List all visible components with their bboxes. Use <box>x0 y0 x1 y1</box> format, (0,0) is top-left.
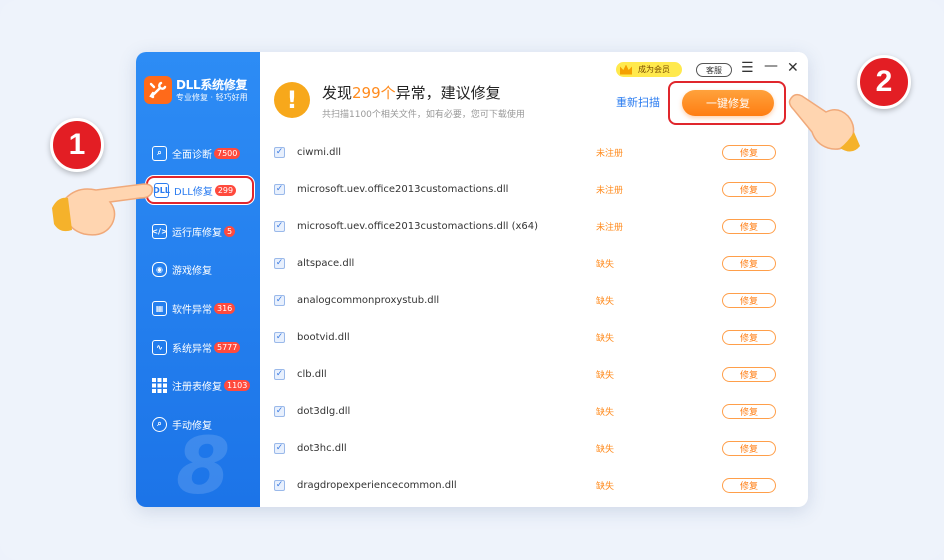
header: ! 发现299个异常，建议修复 共扫描1100个相关文件，如有必要，您可下载使用… <box>260 52 808 134</box>
file-name: bootvid.dll <box>297 332 350 343</box>
scan-summary: 共扫描1100个相关文件，如有必要，您可下载使用 <box>322 110 525 120</box>
app-window: DLL系统修复 专业修复 · 轻巧好用 ⌕ 全面诊断 7500 DLL DLL修… <box>136 52 808 507</box>
table-row: ✓ bootvid.dll 缺失 修复 <box>260 319 808 356</box>
sidebar-item-label: 注册表修复 <box>172 381 222 393</box>
file-name: microsoft.uev.office2013customactions.dl… <box>297 221 539 232</box>
sidebar-item-label: DLL修复 <box>174 186 213 198</box>
table-row: ✓ dragdropexperiencecommon.dll 缺失 修复 <box>260 467 808 504</box>
sidebar-item-registry-repair[interactable]: 注册表修复 1103 <box>146 371 254 399</box>
repair-button[interactable]: 修复 <box>722 293 776 308</box>
file-name: dot3hc.dll <box>297 443 347 454</box>
fix-all-button[interactable]: 一键修复 <box>682 90 774 116</box>
file-name: dot3dlg.dll <box>297 406 351 417</box>
file-name: dragdropexperiencecommon.dll <box>297 480 457 491</box>
file-status: 未注册 <box>596 186 624 196</box>
file-name: clb.dll <box>297 369 327 380</box>
file-status: 缺失 <box>596 445 615 455</box>
customer-service-button[interactable]: 客服 <box>696 63 732 77</box>
sidebar-item-game-repair[interactable]: ◉ 游戏修复 <box>146 255 254 283</box>
sidebar-item-label: 系统异常 <box>172 343 212 355</box>
table-row: ✓ microsoft.uev.office2013customactions.d… <box>260 171 808 208</box>
file-name: microsoft.uev.office2013customactions.dl… <box>297 184 509 195</box>
sidebar-item-full-scan[interactable]: ⌕ 全面诊断 7500 <box>146 139 254 167</box>
row-checkbox[interactable]: ✓ <box>274 258 285 269</box>
sidebar-item-software-error[interactable]: ▦ 软件异常 316 <box>146 294 254 322</box>
count-badge: 5 <box>224 225 236 237</box>
sidebar-item-label: 游戏修复 <box>172 265 212 277</box>
close-icon[interactable]: ✕ <box>787 60 799 76</box>
sidebar-item-label: 运行库修复 <box>172 227 222 239</box>
count-badge: 7500 <box>214 147 241 159</box>
fix-all-highlight: 一键修复 <box>668 81 786 125</box>
table-row: ✓ dot3dlg.dll 缺失 修复 <box>260 393 808 430</box>
repair-button[interactable]: 修复 <box>722 367 776 382</box>
row-checkbox[interactable]: ✓ <box>274 443 285 454</box>
row-checkbox[interactable]: ✓ <box>274 480 285 491</box>
warning-icon: ! <box>274 82 310 118</box>
scan-icon: ⌕ <box>152 145 167 161</box>
sidebar-item-label: 软件异常 <box>172 304 212 316</box>
menu-icon[interactable]: ☰ <box>741 60 754 76</box>
count-badge: 299 <box>214 184 237 196</box>
crown-icon <box>620 64 632 75</box>
rescan-link[interactable]: 重新扫描 <box>616 94 660 110</box>
row-checkbox[interactable]: ✓ <box>274 332 285 343</box>
pointing-hand-right-icon <box>788 93 860 152</box>
table-row: ✓ ciwmi.dll 未注册 修复 <box>260 134 808 171</box>
table-row: ✓ dot3hc.dll 缺失 修复 <box>260 430 808 467</box>
repair-button[interactable]: 修复 <box>722 404 776 419</box>
repair-button[interactable]: 修复 <box>722 145 776 160</box>
grid-icon <box>152 377 167 393</box>
minimize-icon[interactable]: — <box>764 58 778 74</box>
row-checkbox[interactable]: ✓ <box>274 221 285 232</box>
app-title: DLL系统修复 <box>176 77 248 92</box>
row-checkbox[interactable]: ✓ <box>274 369 285 380</box>
file-status: 未注册 <box>596 149 624 159</box>
table-row: ✓ altspace.dll 缺失 修复 <box>260 245 808 282</box>
sidebar-item-system-error[interactable]: ∿ 系统异常 5777 <box>146 333 254 361</box>
table-row: ✓ microsoft.uev.office2013customactions.d… <box>260 208 808 245</box>
wrench-logo-icon <box>144 76 172 104</box>
repair-button[interactable]: 修复 <box>722 441 776 456</box>
table-row: ✓ clb.dll 缺失 修复 <box>260 356 808 393</box>
gamepad-icon: ◉ <box>152 261 167 277</box>
page-title: 发现299个异常，建议修复 <box>322 84 501 102</box>
file-status: 缺失 <box>596 408 615 418</box>
file-status: 缺失 <box>596 260 615 270</box>
repair-button[interactable]: 修复 <box>722 182 776 197</box>
file-name: altspace.dll <box>297 258 355 269</box>
app-subtitle: 专业修复 · 轻巧好用 <box>176 92 248 102</box>
file-status: 未注册 <box>596 223 624 233</box>
file-status: 缺失 <box>596 371 615 381</box>
row-checkbox[interactable]: ✓ <box>274 184 285 195</box>
sidebar-item-runtime-repair[interactable]: </> 运行库修复 5 <box>146 217 254 245</box>
step-one-badge: 1 <box>50 118 104 172</box>
sidebar-item-label: 全面诊断 <box>172 149 212 161</box>
sidebar-item-dll-repair[interactable]: DLL DLL修复 299 <box>146 176 254 204</box>
table-row: ✓ analogcommonproxystub.dll 缺失 修复 <box>260 282 808 319</box>
row-checkbox[interactable]: ✓ <box>274 406 285 417</box>
vip-button[interactable]: 成为会员 <box>616 62 682 77</box>
count-badge: 5777 <box>214 341 241 353</box>
row-checkbox[interactable]: ✓ <box>274 295 285 306</box>
repair-button[interactable]: 修复 <box>722 478 776 493</box>
file-name: ciwmi.dll <box>297 147 342 158</box>
repair-button[interactable]: 修复 <box>722 330 776 345</box>
file-status: 缺失 <box>596 334 615 344</box>
file-status: 缺失 <box>596 297 615 307</box>
file-name: analogcommonproxystub.dll <box>297 295 440 306</box>
count-badge: 1103 <box>224 379 251 391</box>
sidebar: DLL系统修复 专业修复 · 轻巧好用 ⌕ 全面诊断 7500 DLL DLL修… <box>136 52 260 507</box>
count-badge: 316 <box>214 302 236 314</box>
brand: DLL系统修复 专业修复 · 轻巧好用 <box>144 76 248 104</box>
software-icon: ▦ <box>152 300 167 316</box>
row-checkbox[interactable]: ✓ <box>274 147 285 158</box>
pointing-hand-left-icon <box>52 183 154 236</box>
file-status: 缺失 <box>596 482 615 492</box>
monitor-icon: ∿ <box>152 339 167 355</box>
watermark-eight: 8 <box>176 422 231 507</box>
search-icon: ⌕ <box>152 416 167 432</box>
repair-button[interactable]: 修复 <box>722 219 776 234</box>
repair-button[interactable]: 修复 <box>722 256 776 271</box>
